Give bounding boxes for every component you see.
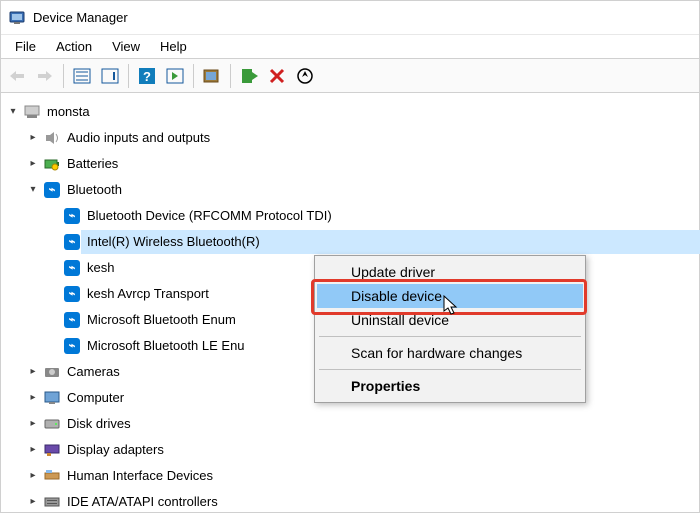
action-button[interactable] xyxy=(161,61,189,91)
tree-label: kesh Avrcp Transport xyxy=(87,281,209,307)
update-driver-button[interactable] xyxy=(198,61,226,91)
back-button[interactable] xyxy=(3,61,31,91)
expand-icon[interactable]: ▸ xyxy=(25,463,41,489)
menu-bar: File Action View Help xyxy=(1,35,699,59)
toolbar-separator xyxy=(230,64,231,88)
menu-view[interactable]: View xyxy=(102,37,150,56)
display-adapter-icon xyxy=(43,441,61,459)
expand-icon[interactable]: ▸ xyxy=(25,489,41,515)
expand-icon[interactable]: ▸ xyxy=(25,411,41,437)
tree-item-bt-rfcomm[interactable]: ⌁ Bluetooth Device (RFCOMM Protocol TDI) xyxy=(5,203,695,229)
computer-icon xyxy=(23,103,41,121)
view-list-button[interactable] xyxy=(68,61,96,91)
menu-action[interactable]: Action xyxy=(46,37,102,56)
tree-label: Cameras xyxy=(67,359,120,385)
expand-icon[interactable]: ▸ xyxy=(25,437,41,463)
ctx-disable-device[interactable]: Disable device xyxy=(317,284,583,308)
bluetooth-icon: ⌁ xyxy=(63,259,81,277)
tree-label: Disk drives xyxy=(67,411,131,437)
help-button[interactable]: ? xyxy=(133,61,161,91)
tree-label: Bluetooth Device (RFCOMM Protocol TDI) xyxy=(87,203,332,229)
menu-help[interactable]: Help xyxy=(150,37,197,56)
tree-label: Display adapters xyxy=(67,437,164,463)
forward-button[interactable] xyxy=(31,61,59,91)
expand-icon[interactable]: ▸ xyxy=(25,385,41,411)
tree-label: Human Interface Devices xyxy=(67,463,213,489)
title-bar: Device Manager xyxy=(1,1,699,35)
ctx-scan-hardware[interactable]: Scan for hardware changes xyxy=(317,341,583,365)
toolbar: ? xyxy=(1,59,699,93)
tree-label: monsta xyxy=(47,99,90,125)
uninstall-button[interactable] xyxy=(263,61,291,91)
enable-device-button[interactable] xyxy=(235,61,263,91)
toolbar-separator xyxy=(193,64,194,88)
tree-item-batteries[interactable]: ▸ Batteries xyxy=(5,151,695,177)
ctx-uninstall-device[interactable]: Uninstall device xyxy=(317,308,583,332)
battery-icon xyxy=(43,155,61,173)
app-icon xyxy=(9,10,25,26)
bluetooth-icon: ⌁ xyxy=(63,207,81,225)
collapse-icon[interactable]: ▾ xyxy=(25,177,41,203)
collapse-icon[interactable]: ▾ xyxy=(5,99,21,125)
bluetooth-icon: ⌁ xyxy=(63,285,81,303)
scan-hardware-button[interactable] xyxy=(291,61,319,91)
tree-label: Microsoft Bluetooth LE Enu xyxy=(87,333,245,359)
tree-item-display[interactable]: ▸ Display adapters xyxy=(5,437,695,463)
tree-label: Batteries xyxy=(67,151,118,177)
camera-icon xyxy=(43,363,61,381)
hid-icon xyxy=(43,467,61,485)
pc-icon xyxy=(43,389,61,407)
expand-icon[interactable]: ▸ xyxy=(25,125,41,151)
ctx-update-driver[interactable]: Update driver xyxy=(317,260,583,284)
bluetooth-icon: ⌁ xyxy=(63,311,81,329)
tree-label: Audio inputs and outputs xyxy=(67,125,210,151)
menu-separator xyxy=(319,336,581,337)
ctx-properties[interactable]: Properties xyxy=(317,374,583,398)
bluetooth-icon: ⌁ xyxy=(63,233,81,251)
tree-root[interactable]: ▾ monsta xyxy=(5,99,695,125)
tree-item-bluetooth[interactable]: ▾ ⌁ Bluetooth xyxy=(5,177,695,203)
tree-label: Computer xyxy=(67,385,124,411)
tree-label: IDE ATA/ATAPI controllers xyxy=(67,489,218,515)
ide-icon xyxy=(43,493,61,511)
disk-icon xyxy=(43,415,61,433)
bluetooth-icon: ⌁ xyxy=(43,181,61,199)
window-title: Device Manager xyxy=(33,10,128,25)
tree-item-audio[interactable]: ▸ Audio inputs and outputs xyxy=(5,125,695,151)
menu-separator xyxy=(319,369,581,370)
bluetooth-icon: ⌁ xyxy=(63,337,81,355)
toolbar-separator xyxy=(63,64,64,88)
toolbar-separator xyxy=(128,64,129,88)
show-hidden-button[interactable] xyxy=(96,61,124,91)
tree-item-hid[interactable]: ▸ Human Interface Devices xyxy=(5,463,695,489)
expand-icon[interactable]: ▸ xyxy=(25,359,41,385)
tree-item-disk[interactable]: ▸ Disk drives xyxy=(5,411,695,437)
expand-icon[interactable]: ▸ xyxy=(25,151,41,177)
menu-file[interactable]: File xyxy=(5,37,46,56)
context-menu: Update driver Disable device Uninstall d… xyxy=(314,255,586,403)
svg-text:?: ? xyxy=(143,69,151,84)
tree-label: kesh xyxy=(87,255,114,281)
tree-label: Bluetooth xyxy=(67,177,122,203)
speaker-icon xyxy=(43,129,61,147)
tree-label: Microsoft Bluetooth Enum xyxy=(87,307,236,333)
tree-item-bt-intel-selected[interactable]: ⌁ Intel(R) Wireless Bluetooth(R) xyxy=(5,229,695,255)
tree-item-ide[interactable]: ▸ IDE ATA/ATAPI controllers xyxy=(5,489,695,515)
tree-label: Intel(R) Wireless Bluetooth(R) xyxy=(87,229,260,255)
